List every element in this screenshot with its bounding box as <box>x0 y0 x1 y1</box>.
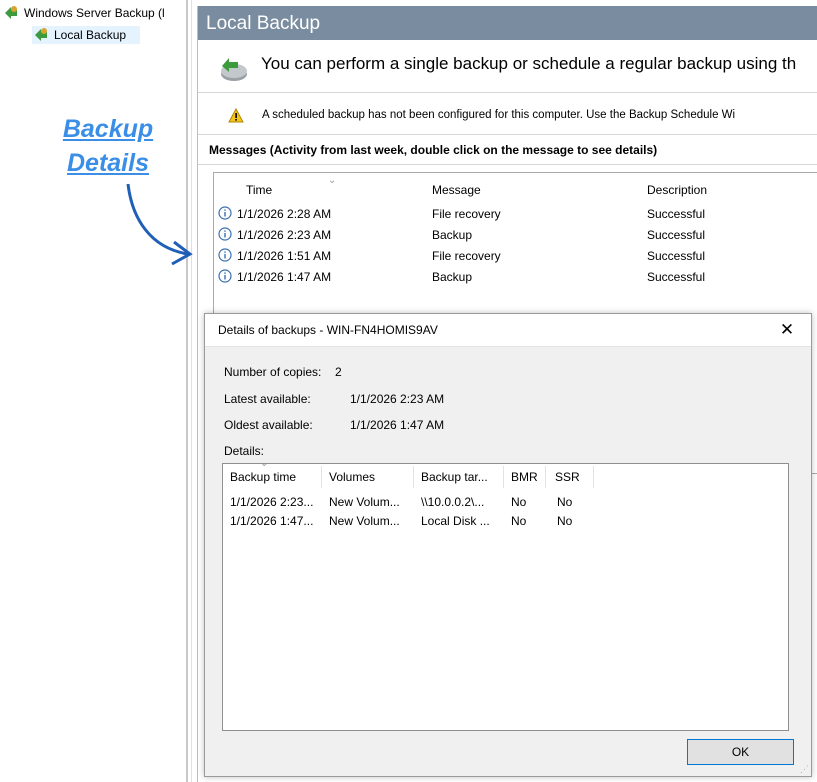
dialog-titlebar[interactable]: Details of backups - WIN-FN4HOMIS9AV ✕ <box>205 314 811 347</box>
message-time: 1/1/2026 2:28 AM <box>237 207 332 221</box>
copies-value: 2 <box>335 365 342 379</box>
message-row[interactable]: 1/1/2026 2:23 AM Backup Successful <box>214 226 817 246</box>
message-text: Backup <box>432 228 473 242</box>
column-divider[interactable] <box>413 466 414 488</box>
separator <box>198 92 817 93</box>
cell-backup-time: 1/1/2026 2:23... <box>230 495 314 509</box>
close-icon[interactable]: ✕ <box>775 318 799 342</box>
message-description: Successful <box>647 228 706 242</box>
message-time: 1/1/2026 1:47 AM <box>237 270 332 284</box>
warning-row: A scheduled backup has not been configur… <box>228 107 735 126</box>
column-divider[interactable] <box>593 466 594 488</box>
column-header-message[interactable]: Message <box>432 183 481 197</box>
column-header-description[interactable]: Description <box>647 183 707 197</box>
annotation-line-2: Details <box>67 149 149 177</box>
annotation-arrow <box>126 183 193 266</box>
message-time: 1/1/2026 2:23 AM <box>237 228 332 242</box>
cell-backup-target: Local Disk ... <box>421 514 490 528</box>
local-backup-icon <box>32 26 50 44</box>
oldest-value: 1/1/2026 1:47 AM <box>350 418 445 432</box>
separator <box>198 134 817 135</box>
copies-label: Number of copies: <box>224 365 322 379</box>
backup-details-table[interactable]: ⌄ Backup time Volumes Backup tar... BMR … <box>222 458 789 731</box>
cell-bmr: No <box>511 514 527 528</box>
cell-volumes: New Volum... <box>329 514 400 528</box>
cell-ssr: No <box>557 514 573 528</box>
info-icon <box>218 206 232 223</box>
intro-text: You can perform a single backup or sched… <box>261 54 797 73</box>
cell-ssr: No <box>557 495 573 509</box>
cell-bmr: No <box>511 495 527 509</box>
column-header-volumes[interactable]: Volumes <box>329 470 375 484</box>
info-icon <box>218 248 232 265</box>
pane-border <box>191 0 192 782</box>
details-of-backups-dialog: Details of backups - WIN-FN4HOMIS9AV ✕ N… <box>204 313 812 777</box>
details-label: Details: <box>224 444 265 458</box>
resize-grip-icon[interactable]: ⋰ <box>800 764 809 775</box>
message-row[interactable]: 1/1/2026 1:51 AM File recovery Successfu… <box>214 247 817 267</box>
separator <box>198 164 817 165</box>
message-text: Backup <box>432 270 473 284</box>
column-divider[interactable] <box>321 466 322 488</box>
message-row[interactable]: 1/1/2026 2:28 AM File recovery Successfu… <box>214 205 817 225</box>
column-header-ssr[interactable]: SSR <box>555 470 580 484</box>
column-header-backup-target[interactable]: Backup tar... <box>421 470 488 484</box>
tree-item-label: Local Backup <box>54 28 127 42</box>
ok-button[interactable]: OK <box>687 739 794 765</box>
message-row[interactable]: 1/1/2026 1:47 AM Backup Successful <box>214 268 817 288</box>
backup-icon <box>2 4 20 22</box>
annotation-label: Backup Details <box>48 112 168 180</box>
message-text: File recovery <box>432 207 501 221</box>
annotation-line-1: Backup <box>62 115 154 143</box>
tree-item-label: Windows Server Backup (l <box>24 6 165 20</box>
latest-label: Latest available: <box>224 392 311 406</box>
cell-backup-target: \\10.0.0.2\... <box>421 495 485 509</box>
backup-logo-icon <box>216 54 250 87</box>
message-time: 1/1/2026 1:51 AM <box>237 249 332 263</box>
cell-volumes: New Volum... <box>329 495 400 509</box>
column-header-time[interactable]: Time <box>246 183 272 197</box>
column-header-backup-time[interactable]: Backup time <box>230 470 296 484</box>
messages-header: Messages (Activity from last week, doubl… <box>209 143 658 157</box>
message-description: Successful <box>647 249 706 263</box>
column-divider[interactable] <box>545 466 546 488</box>
dialog-title: Details of backups - WIN-FN4HOMIS9AV <box>218 323 438 337</box>
sort-chevron-icon: ⌄ <box>260 458 269 469</box>
tree-item-windows-server-backup[interactable]: Windows Server Backup (l <box>2 4 190 22</box>
info-icon <box>218 227 232 244</box>
message-text: File recovery <box>432 249 501 263</box>
column-divider[interactable] <box>503 466 504 488</box>
message-description: Successful <box>647 270 706 284</box>
warning-icon <box>228 107 244 126</box>
oldest-label: Oldest available: <box>224 418 313 432</box>
latest-value: 1/1/2026 2:23 AM <box>350 392 445 406</box>
column-header-bmr[interactable]: BMR <box>511 470 538 484</box>
message-description: Successful <box>647 207 706 221</box>
warning-text: A scheduled backup has not been configur… <box>262 109 736 121</box>
panel-title: Local Backup <box>198 6 817 40</box>
tree-item-local-backup[interactable]: Local Backup <box>32 26 140 44</box>
sort-chevron-icon: ⌄ <box>328 175 337 186</box>
pane-splitter[interactable] <box>186 0 188 782</box>
info-icon <box>218 269 232 286</box>
cell-backup-time: 1/1/2026 1:47... <box>230 514 314 528</box>
